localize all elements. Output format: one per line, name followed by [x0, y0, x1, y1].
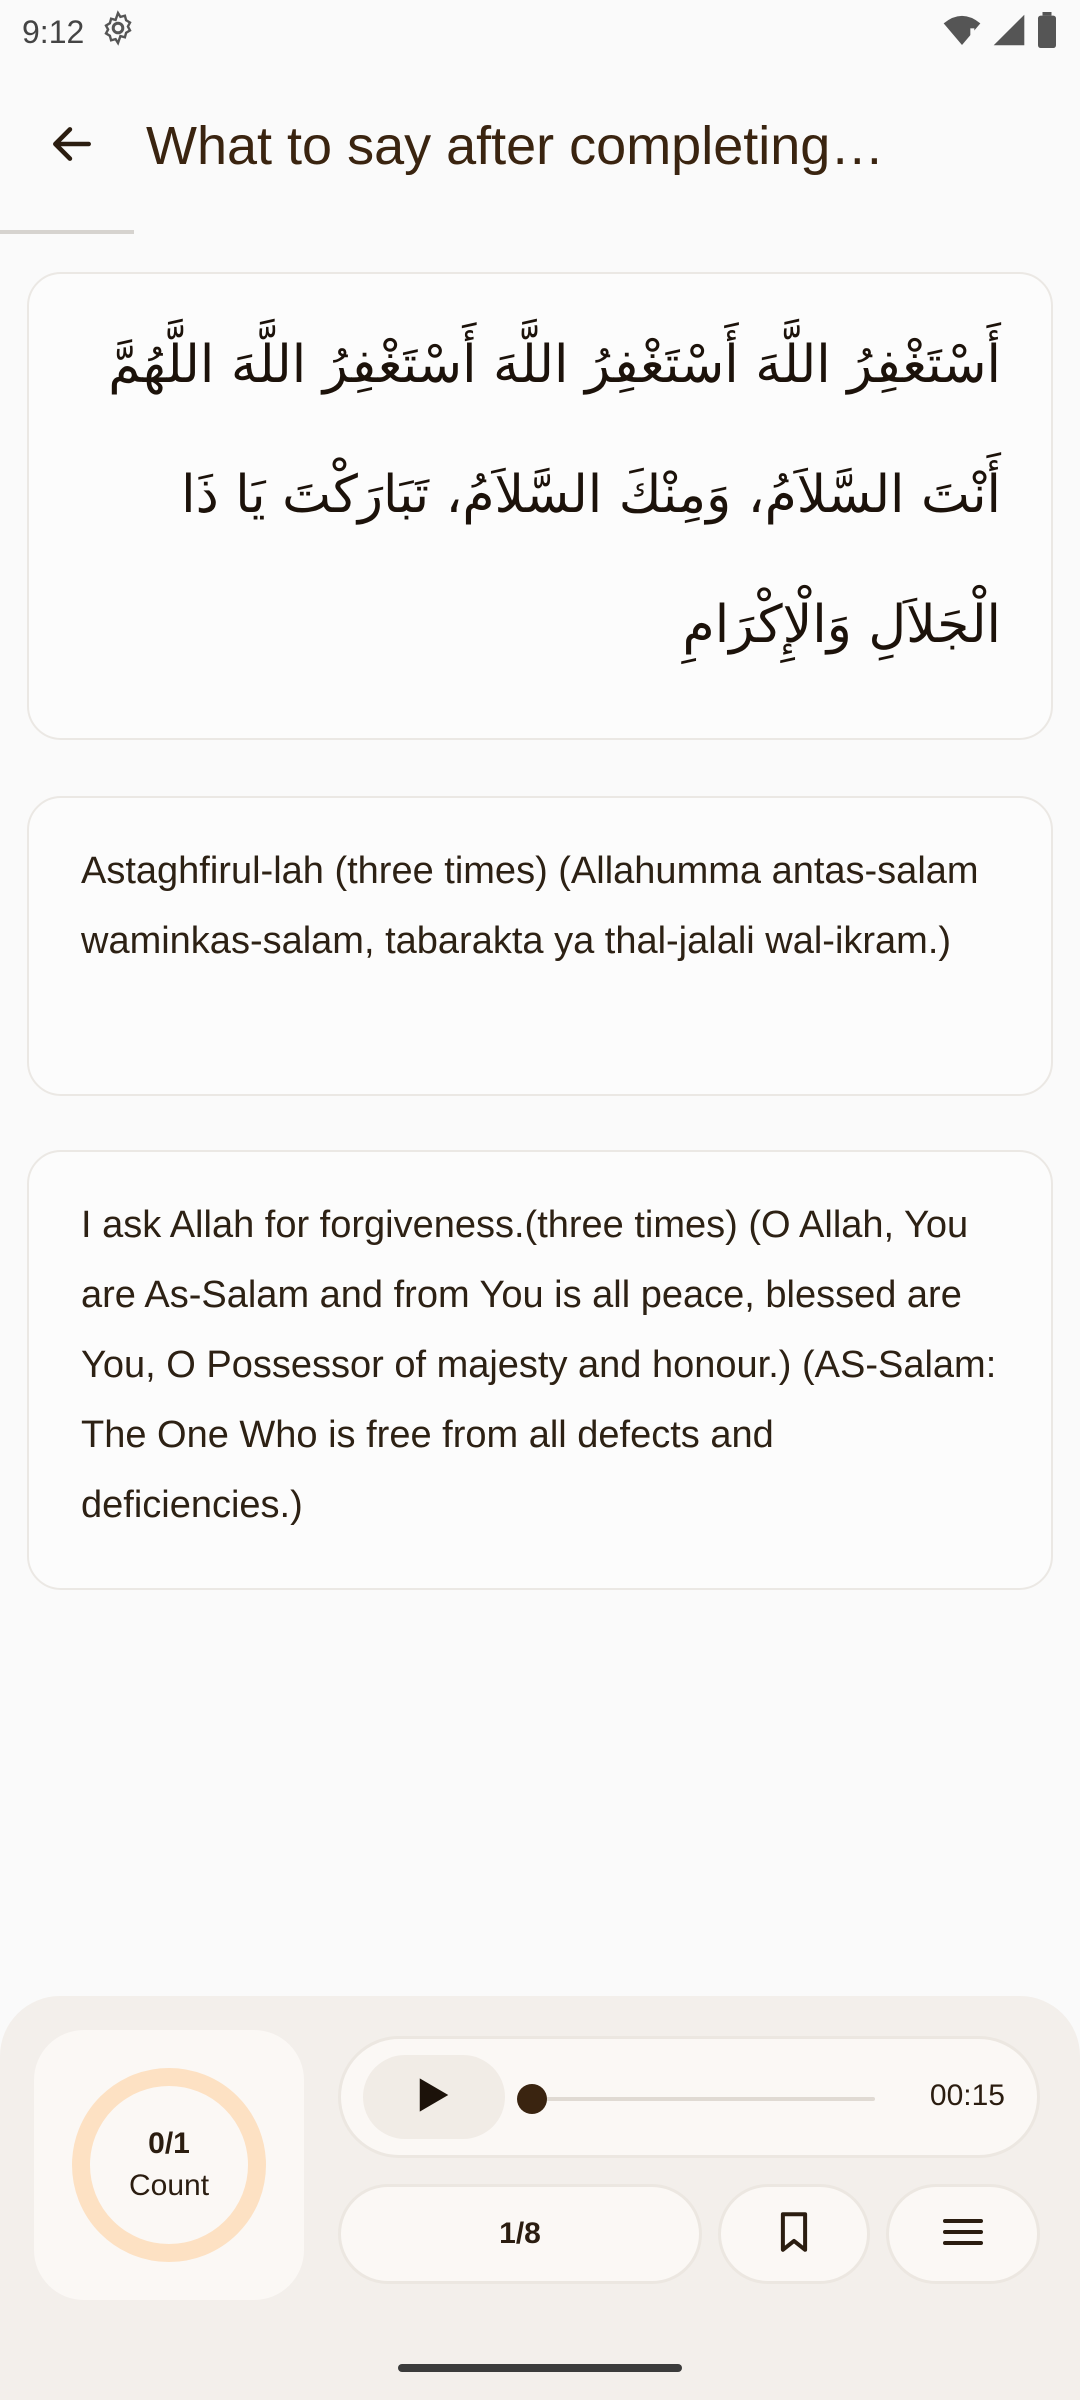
battery-icon: [1036, 11, 1058, 53]
status-time: 9:12: [22, 13, 85, 50]
menu-button[interactable]: [886, 2184, 1040, 2284]
bookmark-button[interactable]: [718, 2184, 870, 2284]
page-indicator-button[interactable]: 1/8: [338, 2184, 702, 2284]
bookmark-icon: [777, 2211, 811, 2257]
status-right: [942, 11, 1058, 53]
audio-duration: 00:15: [929, 2079, 1005, 2112]
app-bar: What to say after completing…: [0, 76, 1080, 216]
play-button[interactable]: [363, 2055, 505, 2139]
audio-seek-track[interactable]: [535, 2097, 875, 2101]
translation-text: I ask Allah for forgiveness.(three times…: [81, 1204, 997, 1526]
home-indicator[interactable]: [398, 2364, 682, 2372]
menu-icon: [943, 2217, 983, 2252]
arrow-back-icon: [47, 119, 97, 174]
page-title: What to say after completing…: [146, 116, 885, 176]
status-bar: 9:12: [0, 0, 1080, 64]
signal-icon: [992, 13, 1026, 52]
back-button[interactable]: [24, 98, 120, 194]
audio-player: 00:15: [338, 2036, 1040, 2158]
page-indicator: 1/8: [499, 2217, 541, 2250]
counter-button[interactable]: 0/1 Count: [34, 2030, 304, 2300]
reading-progress-bar: [0, 230, 1080, 234]
count-ring: 0/1 Count: [71, 2067, 267, 2263]
reading-progress-fill: [0, 230, 134, 234]
count-value: 0/1: [148, 2127, 190, 2160]
count-text: 0/1 Count: [71, 2067, 267, 2263]
play-icon: [417, 2076, 451, 2119]
arabic-text-card: أَسْتَغْفِرُ اللَّهَ أَسْتَغْفِرُ اللَّه…: [27, 272, 1053, 740]
count-label: Count: [128, 2169, 210, 2202]
transliteration-text: Astaghfirul-lah (three times) (Allahumma…: [81, 850, 979, 962]
transliteration-card: Astaghfirul-lah (three times) (Allahumma…: [27, 796, 1053, 1096]
audio-seek-thumb[interactable]: [517, 2084, 547, 2114]
arabic-text: أَسْتَغْفِرُ اللَّهَ أَسْتَغْفِرُ اللَّه…: [108, 335, 1001, 655]
wifi-icon: [942, 13, 982, 52]
status-left: 9:12: [22, 10, 136, 54]
translation-card: I ask Allah for forgiveness.(three times…: [27, 1150, 1053, 1590]
settings-gear-icon: [100, 10, 136, 54]
